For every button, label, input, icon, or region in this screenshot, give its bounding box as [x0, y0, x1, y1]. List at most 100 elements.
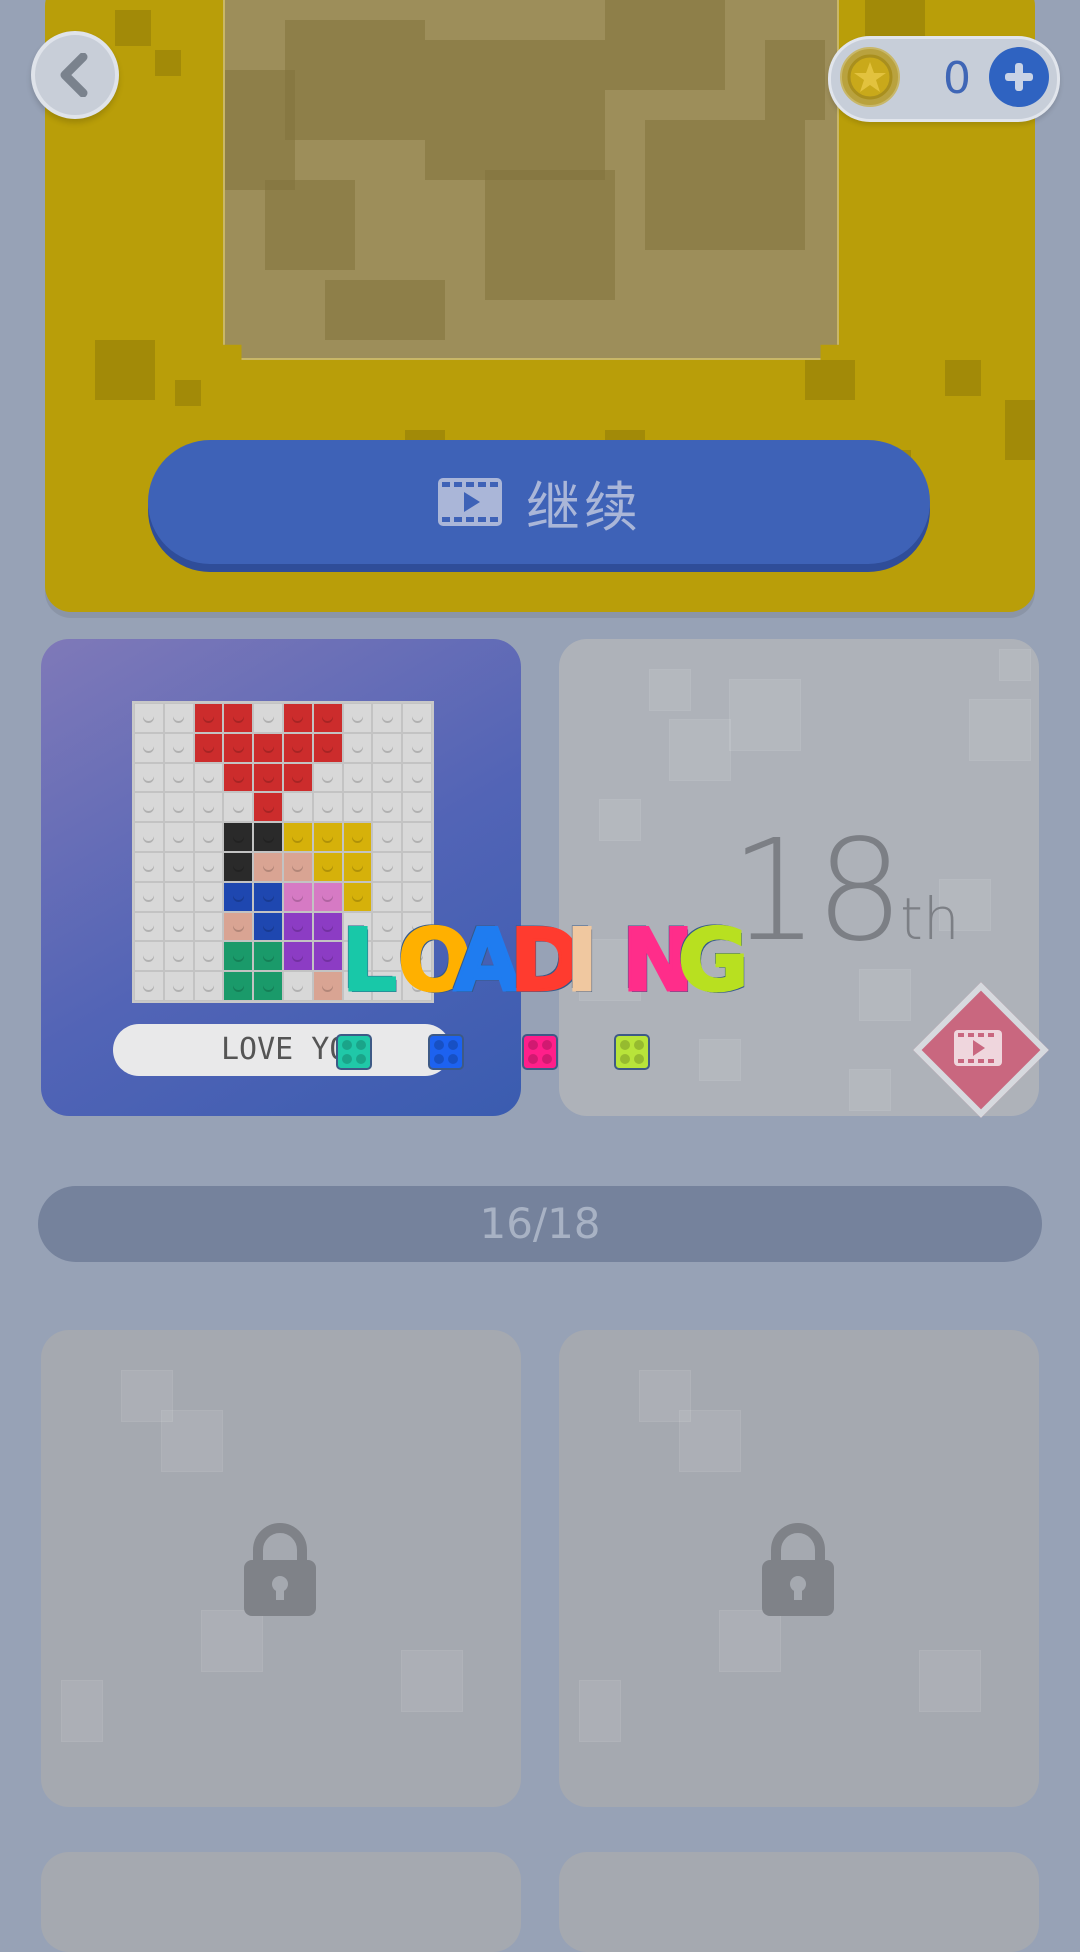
puzzle-cell: [134, 911, 164, 942]
puzzle-cell: [253, 941, 283, 972]
puzzle-cell: [223, 941, 254, 972]
loading-dot: [336, 1034, 372, 1070]
puzzle-cell: [402, 851, 432, 882]
puzzle-cell: [402, 881, 432, 912]
puzzle-cell: [193, 851, 224, 882]
puzzle-cell: [223, 851, 254, 882]
puzzle-cell: [193, 762, 224, 793]
puzzle-cell: [312, 941, 343, 972]
puzzle-cell: [163, 941, 194, 972]
puzzle-cell: [282, 792, 313, 823]
puzzle-cell: [193, 881, 224, 912]
back-button[interactable]: [31, 31, 119, 119]
puzzle-cell: [253, 703, 283, 733]
puzzle-cell: [223, 881, 254, 912]
lock-icon: [762, 1523, 834, 1616]
progress-text: 16/18: [479, 1199, 601, 1248]
puzzle-cell: [372, 881, 403, 912]
puzzle-cell: [342, 732, 373, 763]
puzzle-cell: [223, 732, 254, 763]
puzzle-cell: [134, 881, 164, 912]
puzzle-cell: [312, 762, 343, 793]
puzzle-cell: [134, 703, 164, 733]
puzzle-cell: [312, 792, 343, 823]
puzzle-cell: [223, 971, 254, 1001]
puzzle-cell: [402, 822, 432, 852]
puzzle-cell: [342, 703, 373, 733]
puzzle-cell: [312, 971, 343, 1001]
continue-button-label: 继续: [526, 475, 642, 539]
loading-letter: I: [565, 910, 600, 1013]
puzzle-cell: [253, 911, 283, 942]
puzzle-cell: [223, 792, 254, 823]
video-play-icon: [954, 1030, 1002, 1066]
puzzle-cell: [253, 732, 283, 763]
level-number-value: 18: [730, 810, 904, 973]
puzzle-cell: [193, 971, 224, 1001]
puzzle-cell: [312, 822, 343, 852]
puzzle-cell: [223, 703, 254, 733]
coin-count: 0: [943, 53, 971, 104]
puzzle-cell: [342, 851, 373, 882]
coin-balance: 0: [828, 36, 1060, 122]
puzzle-cell: [402, 703, 432, 733]
puzzle-cell: [402, 732, 432, 763]
puzzle-cell: [282, 911, 313, 942]
puzzle-cell: [193, 792, 224, 823]
puzzle-cell: [402, 762, 432, 793]
puzzle-cell: [312, 881, 343, 912]
lock-icon: [244, 1523, 316, 1616]
puzzle-cell: [163, 911, 194, 942]
puzzle-cell: [312, 703, 343, 733]
puzzle-cell: [342, 881, 373, 912]
puzzle-cell: [372, 732, 403, 763]
continue-button[interactable]: 继续: [148, 440, 930, 564]
puzzle-cell: [193, 732, 224, 763]
puzzle-cell: [163, 822, 194, 852]
puzzle-cell: [193, 703, 224, 733]
puzzle-cell: [193, 822, 224, 852]
puzzle-cell: [372, 762, 403, 793]
puzzle-cell: [193, 941, 224, 972]
level-card-locked[interactable]: [559, 1852, 1039, 1952]
puzzle-cell: [134, 851, 164, 882]
puzzle-cell: [223, 822, 254, 852]
puzzle-cell: [402, 792, 432, 823]
puzzle-cell: [282, 971, 313, 1001]
add-coins-button[interactable]: [989, 47, 1049, 107]
puzzle-cell: [282, 703, 313, 733]
loading-dot: [522, 1034, 558, 1070]
puzzle-cell: [134, 971, 164, 1001]
level-number: 18th: [730, 810, 960, 973]
puzzle-cell: [282, 881, 313, 912]
puzzle-cell: [163, 971, 194, 1001]
puzzle-cell: [163, 881, 194, 912]
puzzle-cell: [193, 911, 224, 942]
puzzle-cell: [163, 792, 194, 823]
puzzle-cell: [134, 732, 164, 763]
puzzle-cell: [163, 851, 194, 882]
puzzle-cell: [163, 703, 194, 733]
puzzle-cell: [134, 762, 164, 793]
puzzle-cell: [342, 792, 373, 823]
level-number-suffix: th: [900, 885, 960, 953]
loading-dot: [614, 1034, 650, 1070]
puzzle-cell: [134, 792, 164, 823]
loading-letter: G: [677, 910, 751, 1013]
puzzle-cell: [223, 762, 254, 793]
puzzle-cell: [253, 792, 283, 823]
puzzle-cell: [253, 851, 283, 882]
plus-icon: [1005, 63, 1033, 91]
picture-preview: [223, 0, 839, 360]
puzzle-cell: [312, 911, 343, 942]
puzzle-cell: [312, 732, 343, 763]
puzzle-cell: [253, 881, 283, 912]
puzzle-cell: [223, 911, 254, 942]
level-name-label: LOVE YOU: [113, 1024, 451, 1076]
puzzle-cell: [134, 822, 164, 852]
puzzle-cell: [282, 732, 313, 763]
level-card-locked[interactable]: [41, 1852, 521, 1952]
puzzle-cell: [282, 851, 313, 882]
puzzle-cell: [372, 822, 403, 852]
coin-icon: [840, 47, 900, 107]
